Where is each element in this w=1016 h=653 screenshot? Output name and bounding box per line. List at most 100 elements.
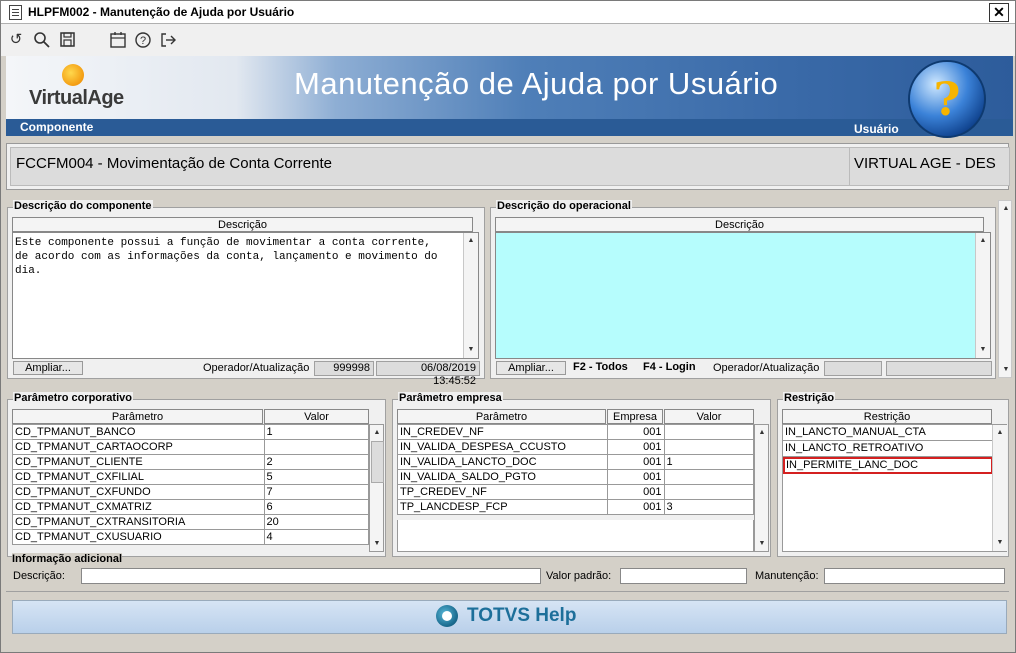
company-params-scrollbar[interactable]: ▲ ▼ <box>754 424 769 552</box>
scroll-up-icon[interactable]: ▲ <box>371 426 383 439</box>
additional-info-legend: Informação adicional <box>12 553 123 565</box>
param-cell[interactable]: CD_TPMANUT_CXTRANSITORIA <box>12 514 265 530</box>
expand-operational-button[interactable]: Ampliar... <box>496 361 566 375</box>
banner-user-label: Usuário <box>854 122 899 136</box>
table-row[interactable]: CD_TPMANUT_CXFUNDO 7 <box>12 484 370 500</box>
search-icon[interactable] <box>33 31 51 49</box>
param-cell[interactable]: CD_TPMANUT_CXFILIAL <box>12 469 265 485</box>
value-cell[interactable]: 6 <box>263 499 370 515</box>
value-cell[interactable]: 3 <box>663 499 754 515</box>
undo-icon[interactable]: ↺ <box>7 31 25 49</box>
param-cell[interactable]: CD_TPMANUT_BANCO <box>12 424 265 440</box>
value-cell[interactable]: 1 <box>263 424 370 440</box>
table-row[interactable]: CD_TPMANUT_CLIENTE 2 <box>12 454 370 470</box>
scroll-up-icon[interactable]: ▲ <box>756 426 768 439</box>
company-cell[interactable]: 001 <box>606 439 665 455</box>
restrictions-scrollbar[interactable]: ▲ ▼ <box>992 425 1007 551</box>
value-cell[interactable] <box>663 469 754 485</box>
value-cell[interactable]: 2 <box>263 454 370 470</box>
table-row[interactable]: CD_TPMANUT_CXFILIAL 5 <box>12 469 370 485</box>
company-cell[interactable]: 001 <box>606 499 665 515</box>
param-cell[interactable]: CD_TPMANUT_CARTAOCORP <box>12 439 265 455</box>
company-cell[interactable]: 001 <box>606 454 665 470</box>
desc-line: Este componente possui a função de movim… <box>15 237 431 249</box>
param-cell[interactable]: IN_VALIDA_SALDO_PGTO <box>397 469 608 485</box>
list-item-selected[interactable]: IN_PERMITE_LANC_DOC <box>783 457 993 474</box>
operational-description-scrollbar[interactable]: ▲ ▼ <box>975 233 990 358</box>
scroll-down-icon[interactable]: ▼ <box>994 536 1006 549</box>
table-row[interactable]: CD_TPMANUT_CXUSUARIO 4 <box>12 529 370 545</box>
company-params-group: Parâmetro empresa Parâmetro Empresa Valo… <box>392 392 771 557</box>
table-row[interactable]: CD_TPMANUT_BANCO 1 <box>12 424 370 440</box>
component-description-scrollbar[interactable]: ▲ ▼ <box>463 233 478 358</box>
table-row[interactable]: CD_TPMANUT_CXTRANSITORIA 20 <box>12 514 370 530</box>
scroll-thumb[interactable] <box>371 441 384 483</box>
operational-description-text[interactable]: ▲ ▼ <box>495 232 991 359</box>
list-item[interactable]: IN_LANCTO_RETROATIVO <box>783 441 992 457</box>
component-description-text[interactable]: Este componente possui a função de movim… <box>12 232 479 359</box>
updated-field: 06/08/2019 13:45:52 <box>376 361 480 387</box>
value-cell[interactable] <box>663 439 754 455</box>
save-icon[interactable] <box>59 31 77 49</box>
table-row[interactable]: CD_TPMANUT_CARTAOCORP <box>12 439 370 455</box>
value-cell[interactable] <box>263 439 370 455</box>
expand-component-button[interactable]: Ampliar... <box>13 361 83 375</box>
param-cell[interactable]: IN_VALIDA_DESPESA_CCUSTO <box>397 439 608 455</box>
table-row[interactable]: IN_VALIDA_DESPESA_CCUSTO 001 <box>397 439 754 455</box>
scroll-down-icon[interactable]: ▼ <box>756 537 768 550</box>
table-row[interactable]: TP_CREDEV_NF 001 <box>397 484 754 500</box>
toolbar: ↺ ? <box>1 24 1015 56</box>
totvs-help-button[interactable]: TOTVS Help <box>12 600 1007 634</box>
value-cell[interactable]: 4 <box>263 529 370 545</box>
scroll-down-icon[interactable]: ▼ <box>977 343 989 356</box>
company-cell[interactable]: 001 <box>606 484 665 500</box>
param-cell[interactable]: IN_VALIDA_LANCTO_DOC <box>397 454 608 470</box>
header-banner: VirtualAge Manutenção de Ajuda por Usuár… <box>6 56 1013 138</box>
f4-login-shortcut: F4 - Login <box>643 361 696 373</box>
scroll-up-icon[interactable]: ▲ <box>977 234 989 247</box>
scroll-up-icon[interactable]: ▲ <box>994 426 1006 439</box>
right-scrollbar[interactable]: ▲ ▼ <box>998 200 1012 378</box>
scroll-down-icon[interactable]: ▼ <box>371 537 383 550</box>
f2-all-shortcut: F2 - Todos <box>573 361 628 373</box>
value-cell[interactable] <box>663 484 754 500</box>
list-item[interactable]: IN_LANCTO_MANUAL_CTA <box>783 425 992 441</box>
close-button[interactable]: ✕ <box>989 3 1009 22</box>
corporate-params-legend: Parâmetro corporativo <box>13 392 133 404</box>
company-cell[interactable]: 001 <box>606 424 665 440</box>
help-icon[interactable]: ? <box>134 31 152 49</box>
table-row[interactable]: IN_VALIDA_SALDO_PGTO 001 <box>397 469 754 485</box>
description-field[interactable] <box>81 568 541 584</box>
value-cell[interactable]: 20 <box>263 514 370 530</box>
corporate-params-group: Parâmetro corporativo Parâmetro Valor CD… <box>7 392 386 557</box>
value-cell[interactable]: 1 <box>663 454 754 470</box>
table-row[interactable]: IN_VALIDA_LANCTO_DOC 001 1 <box>397 454 754 470</box>
param-cell[interactable]: CD_TPMANUT_CLIENTE <box>12 454 265 470</box>
logo-text: VirtualAge <box>29 87 124 109</box>
scroll-down-icon[interactable]: ▼ <box>1000 363 1012 376</box>
param-cell[interactable]: TP_CREDEV_NF <box>397 484 608 500</box>
value-cell[interactable]: 7 <box>263 484 370 500</box>
table-row[interactable]: CD_TPMANUT_CXMATRIZ 6 <box>12 499 370 515</box>
default-value-field[interactable] <box>620 568 747 584</box>
value-cell[interactable]: 5 <box>263 469 370 485</box>
corporate-params-scrollbar[interactable]: ▲ ▼ <box>369 424 384 552</box>
table-row[interactable]: TP_LANCDESP_FCP 001 3 <box>397 499 754 515</box>
scroll-up-icon[interactable]: ▲ <box>465 234 477 247</box>
param-cell[interactable]: CD_TPMANUT_CXMATRIZ <box>12 499 265 515</box>
scroll-down-icon[interactable]: ▼ <box>465 343 477 356</box>
maintenance-field[interactable] <box>824 568 1005 584</box>
param-cell[interactable]: IN_CREDEV_NF <box>397 424 608 440</box>
calendar-icon[interactable] <box>109 31 127 49</box>
value-cell[interactable] <box>663 424 754 440</box>
param-cell[interactable]: CD_TPMANUT_CXFUNDO <box>12 484 265 500</box>
param-cell[interactable]: CD_TPMANUT_CXUSUARIO <box>12 529 265 545</box>
table-row[interactable]: IN_CREDEV_NF 001 <box>397 424 754 440</box>
operational-operator-label: Operador/Atualização <box>713 362 820 374</box>
param-cell[interactable]: TP_LANCDESP_FCP <box>397 499 608 515</box>
exit-icon[interactable] <box>159 31 177 49</box>
scroll-up-icon[interactable]: ▲ <box>1000 202 1012 215</box>
company-cell[interactable]: 001 <box>606 469 665 485</box>
title-bar: HLPFM002 - Manutenção de Ajuda por Usuár… <box>1 1 1015 24</box>
document-icon <box>9 5 22 20</box>
